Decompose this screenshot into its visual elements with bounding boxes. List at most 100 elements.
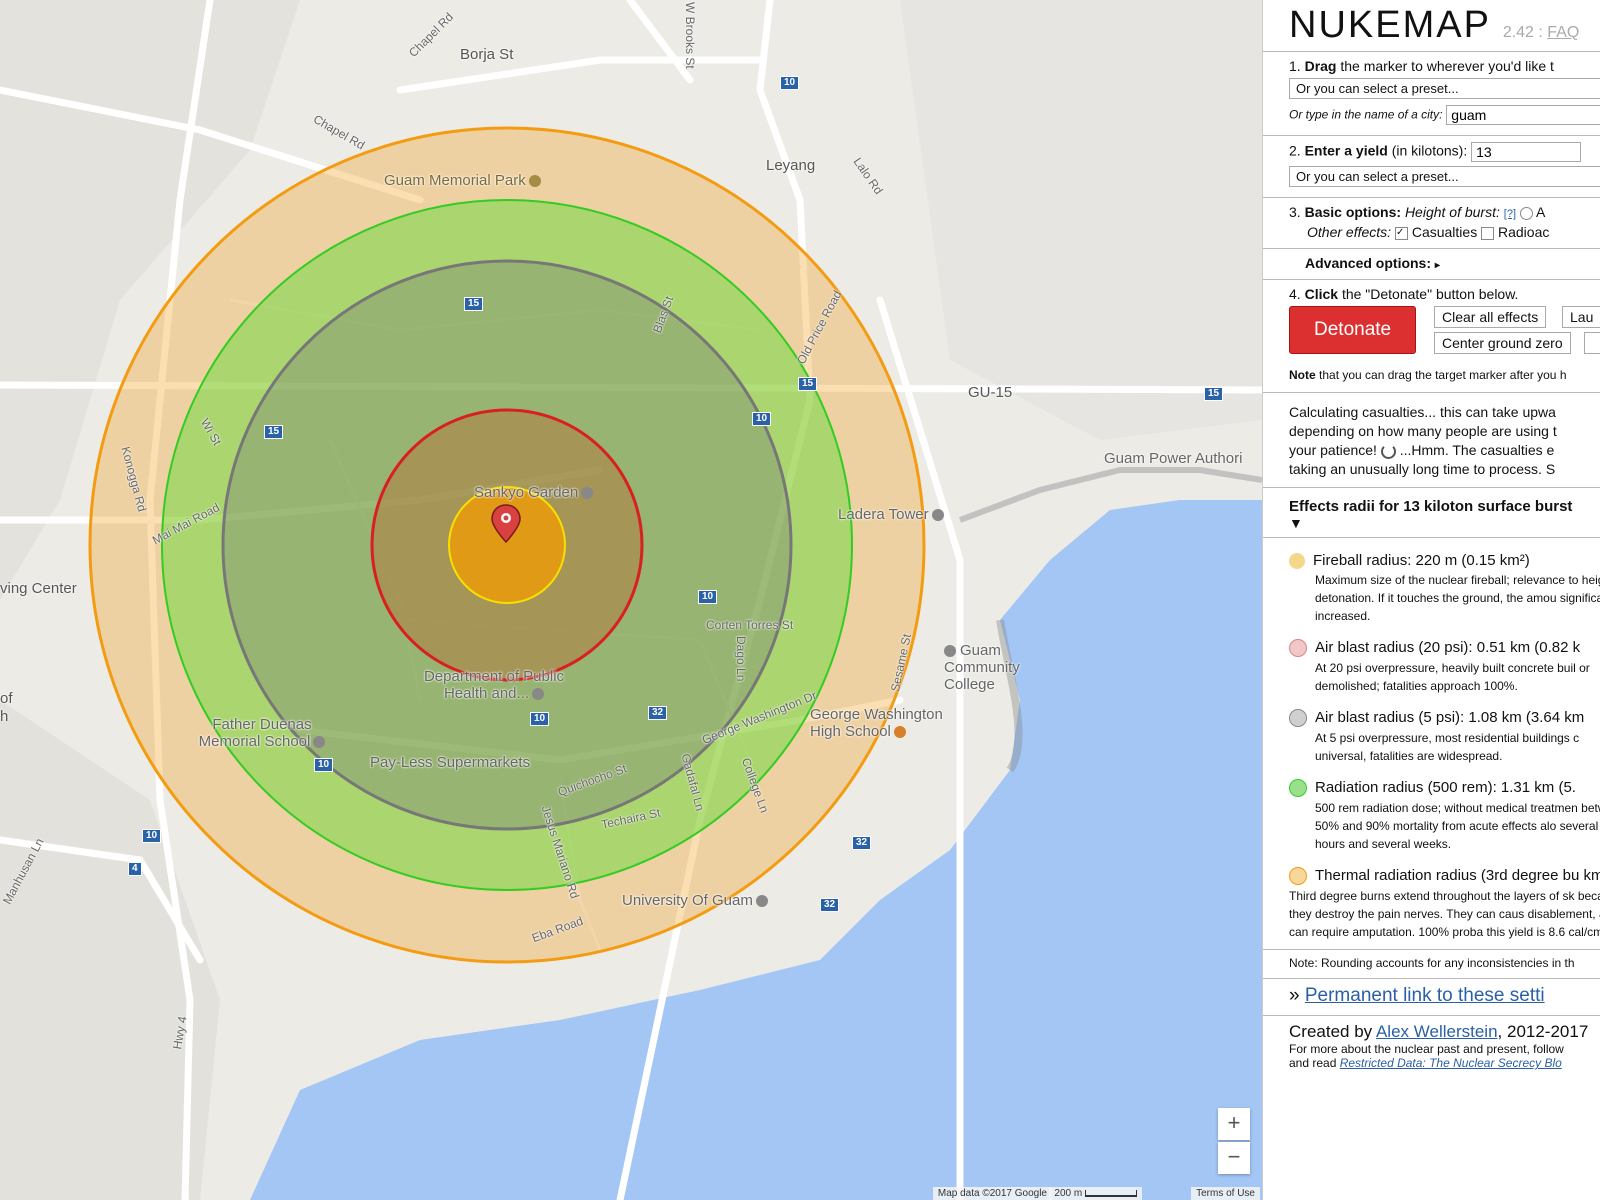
city-input[interactable] [1446,105,1600,125]
route-shield: 15 [264,425,284,439]
radiation-legend-dot[interactable] [1289,779,1307,798]
terms-of-use-link[interactable]: Terms of Use [1191,1187,1260,1200]
clear-all-effects-button[interactable]: Clear all effects [1434,306,1547,328]
map-label-guam-community-college[interactable]: Guam Community College [944,642,1064,693]
map-scale: 200 m [1049,1187,1142,1200]
launch-button[interactable]: Lau [1562,306,1600,328]
permanent-link[interactable]: Permanent link to these setti [1305,985,1545,1006]
effect-radiation: Radiation radius (500 rem): 1.31 km (5. … [1289,779,1600,853]
route-shield: 10 [530,712,550,726]
hob-radio[interactable] [1519,206,1533,220]
route-shield: 10 [314,758,334,772]
map-view[interactable]: Borja St Chapel Rd Chapel Rd W Brooks St… [0,0,1262,1200]
expand-arrow-icon: ▸ [1434,260,1440,271]
route-shield: 32 [820,898,840,912]
map-label-department-public-health[interactable]: Department of Public Health and... [404,668,584,702]
effect-thermal: Thermal radiation radius (3rd degree bu … [1289,867,1600,940]
step-3: 3. Basic options: Height of burst: [?] A [1289,204,1546,220]
map-canvas[interactable] [0,0,1262,1200]
divider [1263,949,1600,951]
map-label-dago-ln: Dago Ln [734,636,748,682]
route-shield: 32 [648,706,668,720]
detonate-button[interactable]: Detonate [1289,306,1417,354]
blast5-legend-dot[interactable] [1289,709,1307,728]
route-shield: 4 [128,862,142,876]
permanent-link-row: » Permanent link to these setti [1289,985,1545,1007]
map-label-sankyo-garden[interactable]: Sankyo Garden [474,484,594,501]
blog-link[interactable]: Restricted Data: The Nuclear Secrecy Blo [1340,1056,1562,1070]
divider [1263,978,1600,980]
effect-blast-5psi: Air blast radius (5 psi): 1.08 km (3.64 … [1289,709,1600,765]
route-shield: 10 [780,76,800,90]
collapse-arrow-icon[interactable]: ▼ [1289,515,1600,531]
thermal-legend-dot[interactable] [1289,867,1307,886]
school-icon-3 [893,726,906,739]
school-icon [944,645,956,658]
map-label-university-of-guam[interactable]: University Of Guam [622,892,768,909]
other-effects-row: Other effects: ✓ Casualties Radioac [1307,224,1550,240]
map-data-attribution: Map data ©2017 Google [932,1187,1052,1200]
yield-preset-select[interactable]: Or you can select a preset... [1289,166,1600,187]
map-label-borja-st: Borja St [460,46,514,63]
yield-input[interactable] [1471,142,1582,162]
map-label-w-brooks-st: W Brooks St [683,2,697,69]
divider [1263,1015,1600,1017]
garden-icon [581,487,594,500]
route-shield: 10 [698,590,718,604]
map-label-gu-15: GU-15 [968,384,1013,401]
author-link[interactable]: Alex Wellerstein [1376,1022,1498,1041]
faq-link[interactable]: FAQ [1547,24,1579,41]
casualties-status: Calculating casualties... this can take … [1289,404,1557,477]
divider [1263,197,1600,198]
step-4: 4. Click the "Detonate" button below. [1289,286,1519,302]
route-shield: 15 [464,297,484,311]
map-label-ladera-tower[interactable]: Ladera Tower [838,506,944,523]
effects-heading: Effects radii for 13 kiloton surface bur… [1289,498,1573,515]
government-icon [532,688,545,701]
park-icon [528,175,541,188]
map-label-leyang: Leyang [766,157,816,174]
map-label-partial-h: h [0,708,9,725]
casualties-checkbox[interactable]: ✓ [1394,226,1408,240]
divider [1263,487,1600,488]
effect-blast-20psi: Air blast radius (20 psi): 0.51 km (0.82… [1289,639,1600,695]
map-label-father-duenas-school[interactable]: Father Duenas Memorial School [192,716,332,750]
app-title: NUKEMAP 2.42 : FAQ [1289,4,1580,46]
divider [1263,135,1600,136]
action-buttons: Detonate Clear all effects Lau Center gr… [1289,306,1600,362]
building-icon [931,509,944,522]
zoom-in-button[interactable]: + [1218,1108,1250,1140]
loading-spinner-icon [1380,443,1396,459]
divider [1263,51,1600,52]
extra-button[interactable] [1584,332,1600,354]
drag-note: Note that you can drag the target marker… [1289,368,1567,382]
route-shield: 15 [1204,387,1224,401]
map-label-guam-memorial-park[interactable]: Guam Memorial Park [384,172,541,189]
advanced-options-toggle[interactable]: Advanced options: ▸ [1289,255,1600,271]
control-panel: NUKEMAP 2.42 : FAQ 1. Drag the marker to… [1262,0,1600,1200]
map-label-partial-of: of [0,690,13,707]
more-info: For more about the nuclear past and pres… [1289,1042,1564,1057]
route-shield: 10 [752,412,772,426]
hob-help-link[interactable]: [?] [1504,208,1516,220]
map-label-corten-torres-st: Corten Torres St [706,618,794,632]
blog-row: and read Restricted Data: The Nuclear Se… [1289,1056,1562,1071]
school-icon-2 [313,736,326,749]
map-label-guam-power-authority[interactable]: Guam Power Authori [1104,450,1242,467]
map-label-living-center: ving Center [0,580,77,597]
city-row: Or type in the name of a city: [1289,105,1600,125]
step-1: 1. Drag the marker to wherever you'd lik… [1289,58,1554,74]
zoom-out-button[interactable]: − [1218,1142,1250,1174]
divider [1263,537,1600,538]
blast20-legend-dot[interactable] [1289,639,1307,658]
map-label-george-washington-high-school[interactable]: George Washington High School [810,706,960,740]
location-preset-select[interactable]: Or you can select a preset... [1289,78,1600,99]
route-shield: 32 [852,836,872,850]
credits: Created by Alex Wellerstein, 2012-2017 [1289,1022,1589,1042]
fireball-legend-dot[interactable] [1289,553,1305,570]
university-icon [755,895,768,908]
map-label-pay-less-supermarkets[interactable]: Pay-Less Supermarkets [370,754,530,771]
rounding-note: Note: Rounding accounts for any inconsis… [1289,956,1575,971]
center-ground-zero-button[interactable]: Center ground zero [1434,332,1571,354]
radioactive-checkbox[interactable] [1481,226,1495,240]
